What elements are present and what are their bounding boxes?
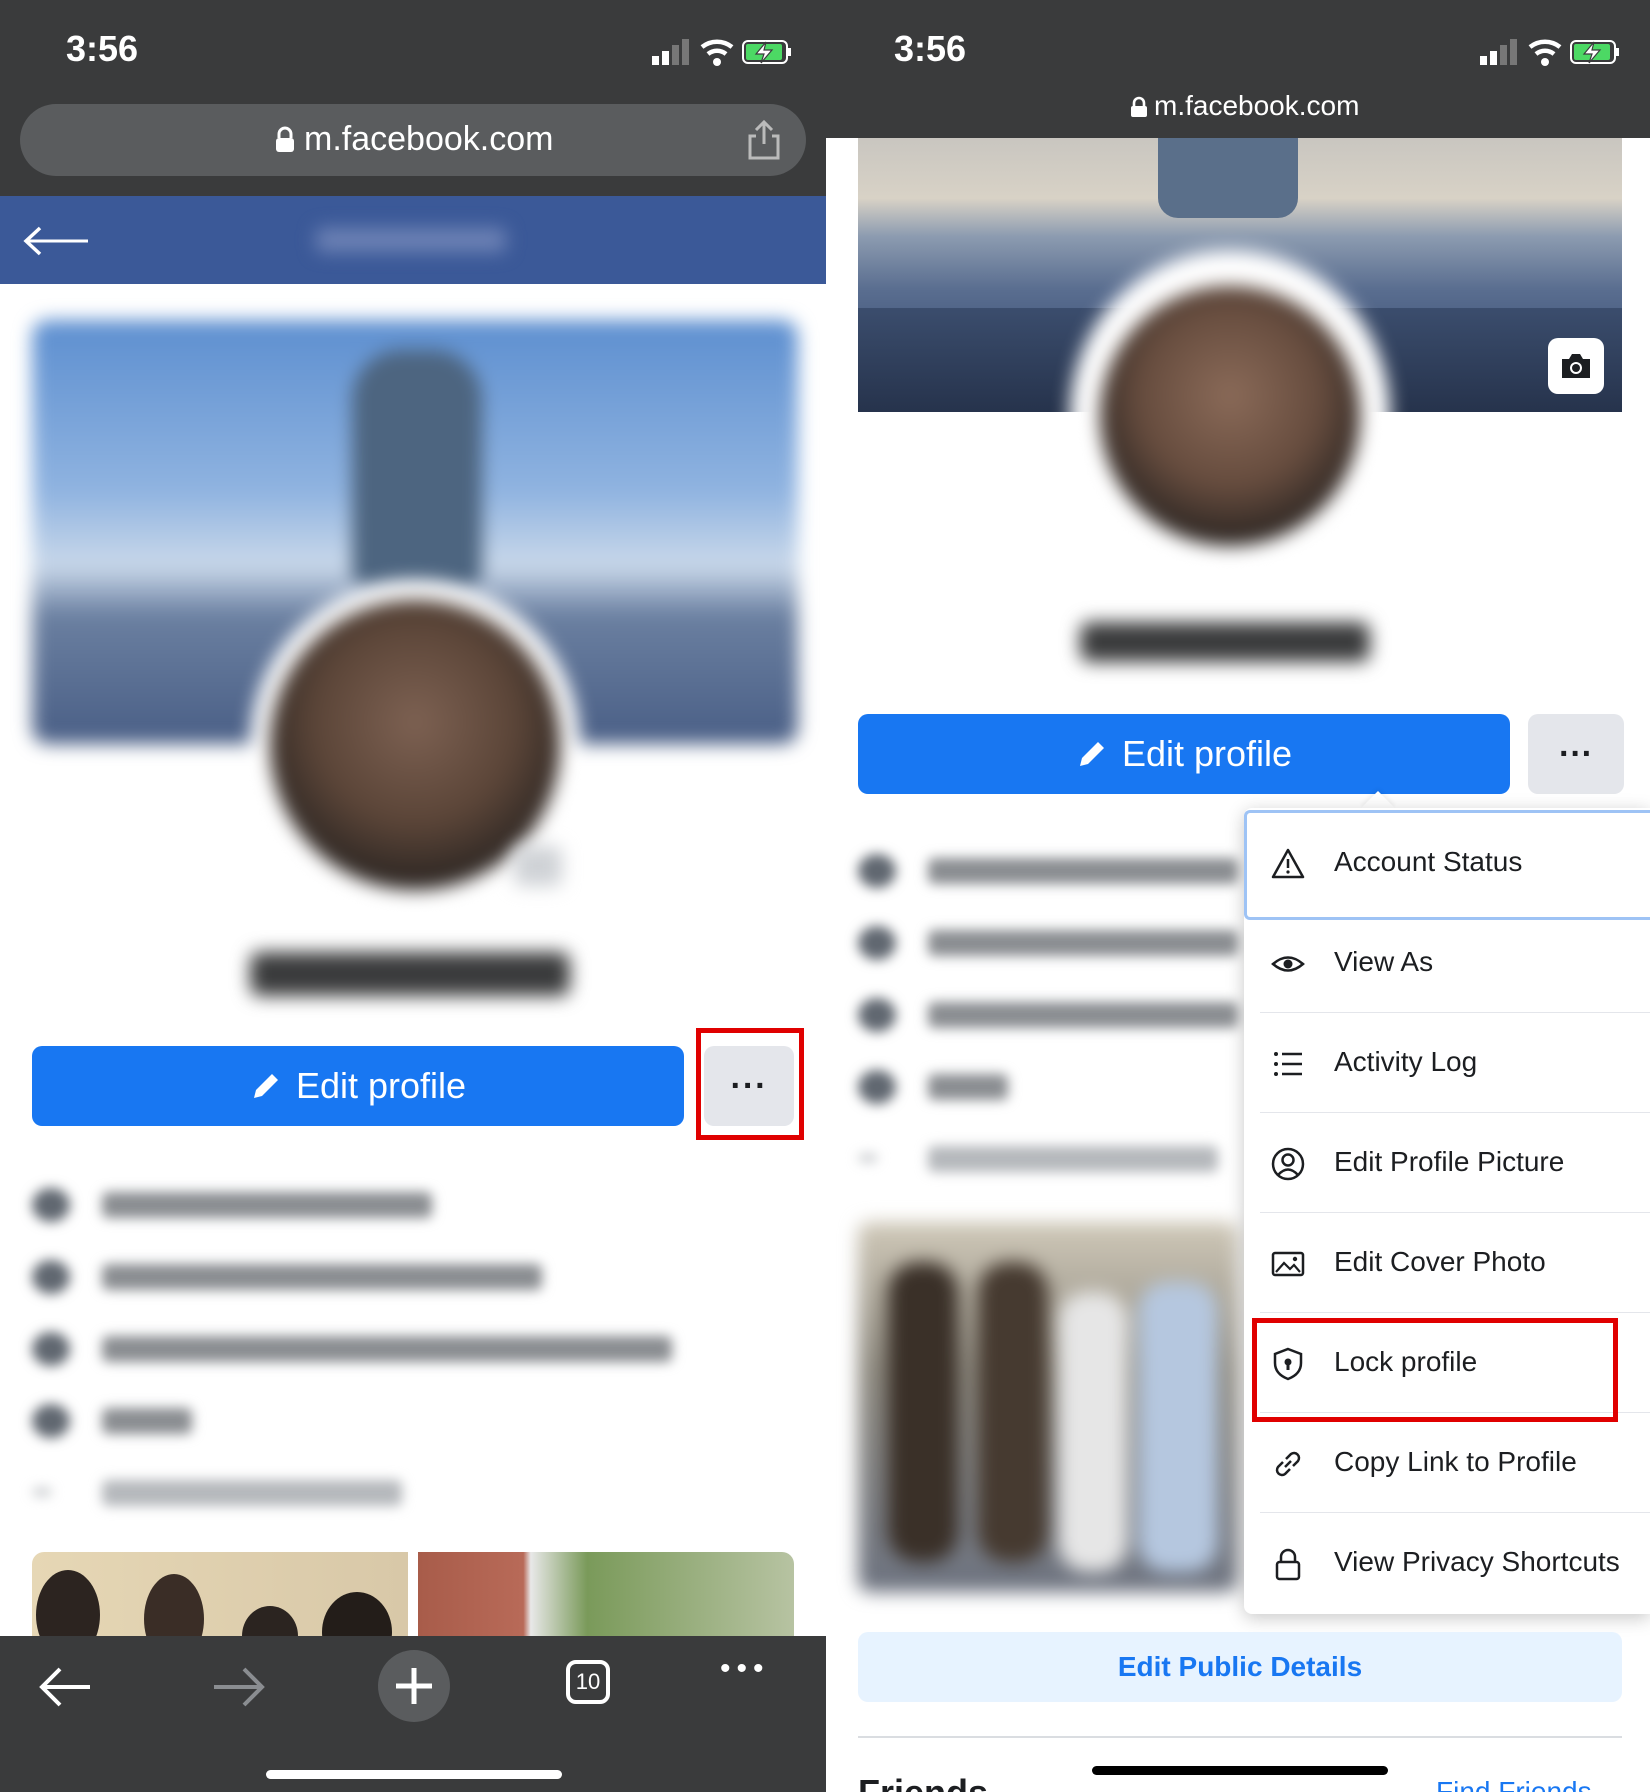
info-row xyxy=(858,922,1238,962)
forward-arrow-icon[interactable] xyxy=(212,1664,266,1710)
status-time: 3:56 xyxy=(66,28,139,69)
highlight-box-more xyxy=(696,1028,804,1140)
info-row xyxy=(858,850,1238,890)
info-row xyxy=(858,1066,1038,1106)
edit-public-details-button[interactable]: Edit Public Details xyxy=(858,1632,1622,1702)
menu-item-view-privacy-shortcuts[interactable]: View Privacy Shortcuts xyxy=(1244,1514,1650,1614)
home-indicator xyxy=(1092,1766,1388,1775)
info-row xyxy=(32,1472,412,1512)
back-arrow-icon[interactable] xyxy=(22,224,90,258)
photo-thumbnail-2[interactable] xyxy=(418,1552,794,1636)
info-row xyxy=(32,1400,232,1440)
featured-photo[interactable] xyxy=(858,1222,1238,1592)
home-indicator xyxy=(266,1770,562,1779)
battery-charging-icon xyxy=(1570,40,1619,64)
menu-item-view-as[interactable]: View As xyxy=(1244,914,1650,1014)
menu-item-edit-cover-photo[interactable]: Edit Cover Photo xyxy=(1244,1214,1650,1314)
edit-profile-button[interactable]: Edit profile xyxy=(32,1046,684,1126)
share-icon[interactable] xyxy=(746,118,782,160)
lock-icon xyxy=(1275,1548,1301,1581)
info-row xyxy=(32,1328,682,1368)
facebook-header xyxy=(0,196,826,284)
menu-item-edit-profile-picture[interactable]: Edit Profile Picture xyxy=(1244,1114,1650,1214)
wifi-icon xyxy=(1528,39,1562,66)
pencil-icon xyxy=(253,1074,278,1098)
list-icon xyxy=(1274,1052,1302,1076)
photo-thumbnail-1[interactable] xyxy=(32,1552,408,1636)
info-row xyxy=(32,1184,452,1224)
eye-icon xyxy=(1271,956,1305,972)
menu-divider xyxy=(1260,1212,1650,1213)
battery-charging-icon xyxy=(742,40,791,64)
profile-picture-frame[interactable] xyxy=(1070,250,1390,580)
menu-divider xyxy=(1260,1112,1650,1113)
url-text[interactable]: m.facebook.com xyxy=(1154,90,1359,122)
more-options-menu: Account Status View As Activity Log Edit… xyxy=(1244,808,1650,1614)
friends-heading: Friends xyxy=(858,1772,988,1792)
info-row xyxy=(858,994,1238,1034)
menu-divider xyxy=(1260,1512,1650,1513)
menu-divider xyxy=(1260,1312,1650,1313)
menu-item-account-status[interactable]: Account Status xyxy=(1244,814,1650,914)
menu-item-label: Copy Link to Profile xyxy=(1334,1446,1577,1477)
menu-item-label: View Privacy Shortcuts xyxy=(1334,1546,1620,1577)
more-options-button[interactable]: ··· xyxy=(1528,714,1624,794)
plus-icon xyxy=(396,1668,432,1704)
edit-profile-button[interactable]: Edit profile xyxy=(858,714,1510,794)
menu-item-copy-link[interactable]: Copy Link to Profile xyxy=(1244,1414,1650,1514)
find-friends-link[interactable]: Find Friends xyxy=(1436,1776,1592,1792)
pencil-icon xyxy=(1079,742,1104,766)
back-arrow-icon[interactable] xyxy=(38,1664,92,1710)
menu-divider xyxy=(1260,1012,1650,1013)
menu-item-label: Activity Log xyxy=(1334,1046,1478,1077)
warning-icon xyxy=(1271,848,1305,879)
info-row xyxy=(858,1138,1218,1178)
tabs-count-button[interactable]: 10 xyxy=(566,1660,610,1704)
lock-icon xyxy=(276,126,294,152)
left-screenshot: 3:56 m.facebook.com Edit profile ··· 10 … xyxy=(0,0,826,1792)
menu-item-label: Account Status xyxy=(1334,846,1523,877)
new-tab-button[interactable] xyxy=(378,1650,450,1722)
section-divider xyxy=(858,1736,1622,1738)
profile-name-blurred xyxy=(1080,622,1370,662)
link-icon xyxy=(1275,1451,1301,1477)
status-icons xyxy=(1480,39,1619,66)
status-bar: 3:56 m.facebook.com xyxy=(826,0,1650,138)
edit-profile-label: Edit profile xyxy=(1121,733,1293,774)
signal-icon xyxy=(1480,39,1517,65)
menu-item-activity-log[interactable]: Activity Log xyxy=(1244,1014,1650,1114)
lock-icon xyxy=(1131,96,1147,117)
profile-circle-icon xyxy=(1271,1147,1305,1181)
highlight-box-lock-profile xyxy=(1252,1318,1618,1422)
header-name-blurred xyxy=(316,228,506,252)
menu-item-label: View As xyxy=(1334,946,1434,977)
more-menu-icon[interactable]: ••• xyxy=(720,1652,770,1686)
url-bar[interactable]: m.facebook.com xyxy=(20,104,806,176)
signal-icon xyxy=(652,39,689,65)
camera-button[interactable] xyxy=(1548,338,1604,394)
wifi-icon xyxy=(700,39,734,66)
edit-profile-label: Edit profile xyxy=(295,1065,467,1106)
menu-item-label: Edit Profile Picture xyxy=(1334,1146,1565,1177)
menu-item-label: Edit Cover Photo xyxy=(1334,1246,1546,1277)
info-row xyxy=(32,1256,552,1296)
status-bar: 3:56 m.facebook.com xyxy=(0,0,826,196)
camera-icon xyxy=(1562,354,1590,378)
camera-icon[interactable] xyxy=(514,846,562,886)
profile-name-blurred xyxy=(250,952,570,996)
url-text: m.facebook.com xyxy=(304,120,554,158)
right-screenshot: 3:56 m.facebook.com Edit profile ··· Acc… xyxy=(826,0,1650,1792)
image-icon xyxy=(1271,1251,1305,1277)
status-time: 3:56 xyxy=(894,28,967,69)
browser-toolbar: 10 ••• xyxy=(0,1636,826,1792)
ellipsis-icon: ··· xyxy=(1559,734,1593,773)
status-icons xyxy=(652,39,791,66)
